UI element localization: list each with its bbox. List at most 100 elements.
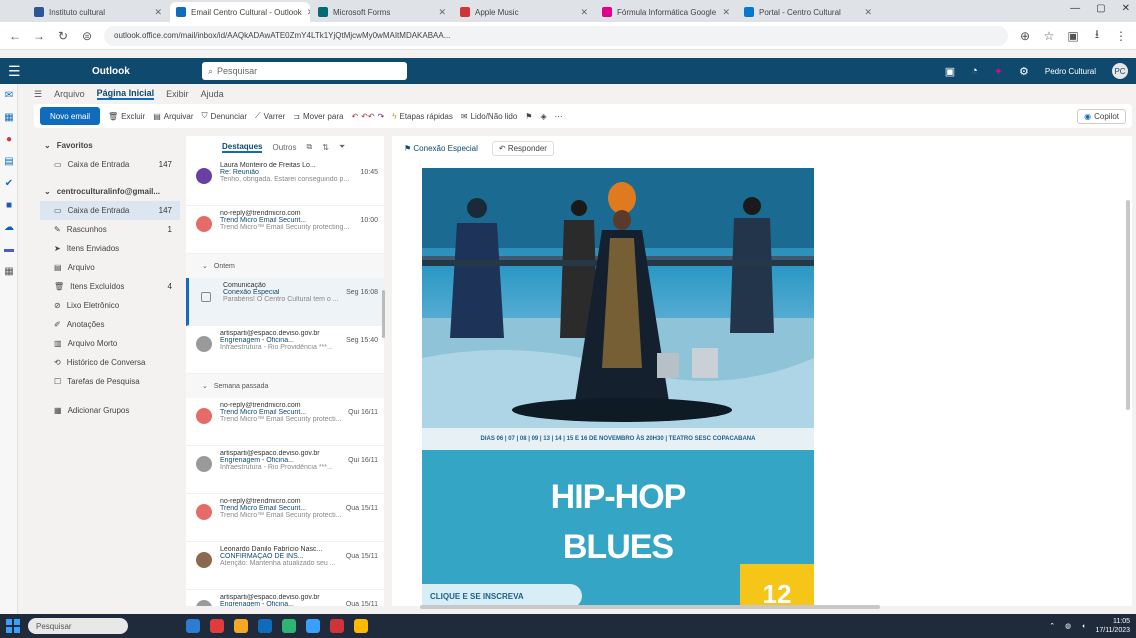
collections-icon[interactable]: ▣ (1066, 29, 1080, 43)
notifications-icon[interactable]: ◔ (971, 65, 978, 77)
new-mail-button[interactable]: Novo email (40, 107, 101, 125)
taskbar-app-icon[interactable] (330, 619, 344, 633)
folder-item[interactable]: 🗑 Itens Excluídos 4 (40, 277, 180, 296)
list-item[interactable]: no-reply@trendmicro.com Trend Micro Email… (186, 398, 384, 446)
browser-tab-5[interactable]: Fórmula Informática Google ✕ (596, 2, 736, 22)
browser-tab-1[interactable]: Instituto cultural ✕ (28, 2, 168, 22)
delete-button[interactable]: 🗑 Excluir (108, 112, 145, 121)
folder-item[interactable]: ⟲ Histórico de Conversa (40, 353, 180, 372)
folder-item[interactable]: ✐ Anotações (40, 315, 180, 334)
site-info-icon[interactable]: ⊜ (80, 29, 94, 43)
sort-icon[interactable]: ⇅ (322, 143, 329, 152)
sweep-button[interactable]: ⟋ Varrer (255, 111, 285, 121)
tab-pagina-inicial[interactable]: Página Inicial (96, 88, 155, 100)
add-group-link[interactable]: ▦ Adicionar Grupos (40, 401, 180, 420)
taskbar-search[interactable]: Pesquisar (28, 618, 128, 634)
list-item[interactable]: Leonardo Danilo Fabrício Nasc... CONFIRMA… (186, 542, 384, 590)
todo-app-icon[interactable]: ✔ (0, 172, 18, 194)
zoom-icon[interactable]: ⊕ (1018, 29, 1032, 43)
list-item[interactable]: no-reply@trendmicro.com Trend Micro Email… (186, 206, 384, 254)
folder-chip[interactable]: ⚑ Conexão Especial (404, 144, 478, 153)
more-options-button[interactable]: ⋯ (555, 112, 563, 121)
minimize-icon[interactable]: — (1070, 3, 1080, 14)
back-icon[interactable]: ← (8, 29, 22, 43)
app-launcher-icon[interactable]: ☰ (8, 63, 28, 80)
folder-item[interactable]: ▥ Arquivo Morto (40, 334, 180, 353)
checkbox-icon[interactable] (201, 292, 211, 302)
clock[interactable]: 11:05 17/11/2023 (1095, 617, 1130, 635)
archive-button[interactable]: ▤ Arquivar (153, 112, 193, 121)
list-item[interactable]: artisparti@espaco.deviso.gov.br Engrenage… (186, 446, 384, 494)
taskbar-app-icon[interactable] (306, 619, 320, 633)
forward-icon[interactable]: → (32, 29, 46, 43)
downloads-icon[interactable]: ⭳ (1090, 25, 1104, 46)
windows-start-icon[interactable] (6, 619, 20, 633)
taskbar-app-icon[interactable] (210, 619, 224, 633)
tab-ajuda[interactable]: Ajuda (201, 89, 224, 99)
avatar[interactable]: PC (1112, 63, 1128, 79)
folder-item[interactable]: ⊘ Lixo Eletrônico (40, 296, 180, 315)
url-input[interactable]: outlook.office.com/mail/inbox/id/AAQkADA… (104, 25, 1008, 46)
move-to-button[interactable]: ⊐ Mover para (293, 112, 343, 121)
favorite-star-icon[interactable]: ☆ (1042, 29, 1056, 43)
tips-icon[interactable]: ✦ (994, 65, 1003, 78)
volume-icon[interactable]: ◖ (1081, 623, 1085, 630)
group-header[interactable]: ⌄ Ontem (186, 254, 384, 278)
close-tab-icon[interactable]: ✕ (154, 7, 162, 18)
folder-item[interactable]: ✎ Rascunhos 1 (40, 220, 180, 239)
list-item[interactable]: no-reply@trendmicro.com Trend Micro Email… (186, 494, 384, 542)
settings-icon[interactable]: ⚙ (1019, 65, 1029, 78)
browser-tab-4[interactable]: Apple Music ✕ (454, 2, 594, 22)
close-tab-icon[interactable]: ✕ (307, 7, 310, 18)
tab-arquivo[interactable]: Arquivo (54, 89, 85, 99)
favorites-header[interactable]: ⌄ Favoritos (40, 136, 180, 155)
folder-item[interactable]: ▤ Arquivo (40, 258, 180, 277)
taskbar-app-icon[interactable] (282, 619, 296, 633)
onedrive-app-icon[interactable]: ☁ (0, 216, 18, 238)
tab-destaques[interactable]: Destaques (222, 142, 263, 153)
taskbar-app-icon[interactable] (354, 619, 368, 633)
close-tab-icon[interactable]: ✕ (864, 7, 872, 18)
browser-tab-2[interactable]: Email Centro Cultural - Outlook ✕ (170, 2, 310, 22)
taskbar-app-icon[interactable] (234, 619, 248, 633)
reply-all-button[interactable]: ↶ Responder (491, 140, 554, 156)
group-header[interactable]: ⌄ Semana passada (186, 374, 384, 398)
read-unread-button[interactable]: ✉ Lido/Não lido (461, 112, 517, 121)
reply-button[interactable]: ↶ ↶↶ ↷ (351, 112, 384, 121)
tab-exibir[interactable]: Exibir (166, 89, 189, 99)
browser-tab-3[interactable]: Microsoft Forms ✕ (312, 2, 452, 22)
favorite-inbox[interactable]: ▭ Caixa de Entrada 147 (40, 155, 180, 174)
close-window-icon[interactable]: ✕ (1122, 3, 1130, 14)
outlook-brand[interactable]: Outlook (92, 66, 202, 77)
filter-icon[interactable]: ⏷ (339, 142, 345, 152)
flag-button[interactable]: ⚑ (525, 112, 532, 121)
folder-item[interactable]: ▭ Caixa de Entrada 147 (40, 201, 180, 220)
word-app-icon[interactable]: ■ (0, 194, 18, 216)
quick-steps-button[interactable]: ϟ Etapas rápidas (392, 112, 453, 121)
close-tab-icon[interactable]: ✕ (438, 7, 446, 18)
groups-app-icon[interactable]: ▤ (0, 150, 18, 172)
folder-item[interactable]: ☐ Tarefas de Pesquisa (40, 372, 180, 391)
close-tab-icon[interactable]: ✕ (722, 7, 730, 18)
mail-app-icon[interactable]: ✉ (0, 84, 18, 106)
categorize-button[interactable]: ◈ (540, 112, 546, 121)
account-header[interactable]: ⌄ centroculturalinfo@gmail... (40, 182, 180, 201)
network-icon[interactable]: ◍ (1065, 622, 1071, 630)
report-button[interactable]: ⛉ Denunciar (202, 111, 247, 121)
more-apps-icon[interactable]: ▦ (0, 260, 18, 282)
reading-vertical-scrollbar[interactable] (1126, 200, 1130, 410)
list-item[interactable]: Laura Monteiro de Freitas Lo... Re: Reuni… (186, 158, 384, 206)
calendar-app-icon[interactable]: ▦ (0, 106, 18, 128)
taskbar-app-icon[interactable] (258, 619, 272, 633)
list-item[interactable]: Comunicação Conexão Especial Seg 16:08 Para… (186, 278, 384, 326)
browser-tab-6[interactable]: Portal - Centro Cultural ✕ (738, 2, 878, 22)
close-tab-icon[interactable]: ✕ (580, 7, 588, 18)
signup-link[interactable]: CLIQUE E SE INSCREVA (422, 584, 582, 606)
meet-now-icon[interactable]: ▣ (945, 65, 955, 78)
folder-item[interactable]: ➤ Itens Enviados (40, 239, 180, 258)
select-icon[interactable]: ⧉ (306, 142, 312, 152)
refresh-icon[interactable]: ↻ (56, 29, 70, 43)
tab-outros[interactable]: Outros (272, 143, 296, 152)
tray-chevron-icon[interactable]: ⌃ (1049, 622, 1055, 630)
user-name[interactable]: Pedro Cultural (1045, 67, 1096, 76)
